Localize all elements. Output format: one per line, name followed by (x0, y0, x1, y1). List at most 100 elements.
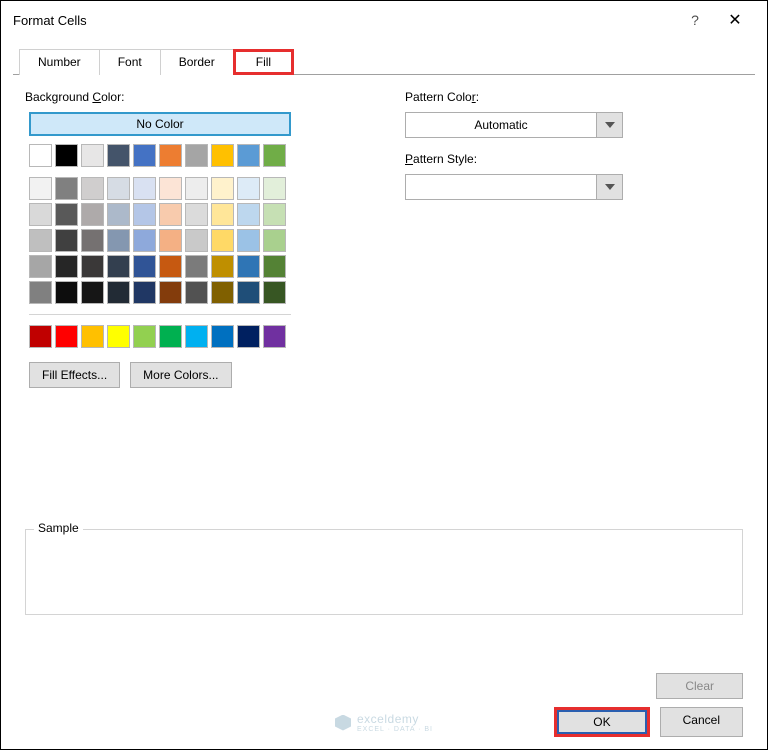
color-swatch[interactable] (81, 177, 104, 200)
ok-button[interactable]: OK (554, 707, 649, 737)
pattern-section: Pattern Color: Automatic Pattern Style: (405, 90, 743, 388)
more-colors-button[interactable]: More Colors... (130, 362, 231, 388)
color-swatch[interactable] (29, 229, 52, 252)
color-swatch[interactable] (211, 325, 234, 348)
color-swatch[interactable] (237, 203, 260, 226)
color-swatch[interactable] (237, 255, 260, 278)
color-swatch[interactable] (185, 255, 208, 278)
color-swatch[interactable] (29, 255, 52, 278)
color-swatch[interactable] (107, 144, 130, 167)
tab-number[interactable]: Number (19, 49, 100, 75)
color-swatch[interactable] (159, 255, 182, 278)
label-text: ore Colors... (153, 368, 218, 382)
color-swatch[interactable] (107, 255, 130, 278)
tab-fill[interactable]: Fill (233, 49, 294, 75)
color-swatch[interactable] (159, 325, 182, 348)
color-swatch[interactable] (263, 203, 286, 226)
color-swatch[interactable] (55, 325, 78, 348)
cancel-button[interactable]: Cancel (660, 707, 743, 737)
watermark-brand: exceldemy (357, 712, 419, 726)
color-swatch[interactable] (29, 144, 52, 167)
clear-button[interactable]: Clear (656, 673, 743, 699)
color-swatch[interactable] (107, 281, 130, 304)
color-swatch[interactable] (159, 177, 182, 200)
color-swatch[interactable] (263, 177, 286, 200)
color-swatch[interactable] (29, 281, 52, 304)
color-swatch[interactable] (237, 325, 260, 348)
color-swatch[interactable] (133, 177, 156, 200)
fill-buttons-row: Fill Effects... More Colors... (29, 362, 345, 388)
color-swatch[interactable] (81, 255, 104, 278)
color-swatch[interactable] (211, 203, 234, 226)
color-swatch[interactable] (107, 325, 130, 348)
color-swatch[interactable] (159, 229, 182, 252)
tab-font[interactable]: Font (99, 49, 161, 75)
label-accelerator: P (405, 152, 413, 166)
color-swatch[interactable] (81, 203, 104, 226)
color-swatch[interactable] (185, 144, 208, 167)
color-swatch[interactable] (211, 177, 234, 200)
color-swatch[interactable] (133, 255, 156, 278)
color-swatch[interactable] (237, 177, 260, 200)
color-swatch[interactable] (107, 177, 130, 200)
color-swatch[interactable] (263, 281, 286, 304)
color-divider (29, 314, 291, 315)
color-swatch[interactable] (211, 281, 234, 304)
pattern-color-dropdown[interactable]: Automatic (405, 112, 623, 138)
color-swatch[interactable] (133, 144, 156, 167)
pattern-style-dropdown[interactable] (405, 174, 623, 200)
color-swatch[interactable] (29, 325, 52, 348)
color-swatch[interactable] (237, 144, 260, 167)
color-swatch[interactable] (55, 177, 78, 200)
color-swatch[interactable] (29, 203, 52, 226)
color-swatch[interactable] (185, 203, 208, 226)
color-swatch[interactable] (107, 229, 130, 252)
color-swatch[interactable] (133, 203, 156, 226)
fill-effects-button[interactable]: Fill Effects... (29, 362, 120, 388)
color-swatch[interactable] (133, 325, 156, 348)
color-swatch[interactable] (159, 281, 182, 304)
color-swatch[interactable] (29, 177, 52, 200)
color-swatch[interactable] (263, 144, 286, 167)
chevron-down-icon[interactable] (597, 174, 623, 200)
color-swatch[interactable] (159, 203, 182, 226)
color-swatch[interactable] (185, 325, 208, 348)
color-swatch[interactable] (263, 325, 286, 348)
color-swatch[interactable] (263, 229, 286, 252)
color-swatch[interactable] (237, 229, 260, 252)
color-swatch[interactable] (159, 144, 182, 167)
color-swatch[interactable] (237, 281, 260, 304)
color-swatch[interactable] (55, 255, 78, 278)
color-swatch[interactable] (185, 281, 208, 304)
color-swatch[interactable] (81, 325, 104, 348)
color-swatch[interactable] (81, 144, 104, 167)
help-button[interactable]: ? (675, 12, 715, 28)
color-swatch[interactable] (55, 144, 78, 167)
color-swatch[interactable] (211, 255, 234, 278)
pattern-color-value: Automatic (405, 112, 597, 138)
close-button[interactable]: ✕ (715, 10, 755, 30)
color-swatch[interactable] (81, 229, 104, 252)
color-swatch[interactable] (107, 203, 130, 226)
label-text: olor: (101, 90, 124, 104)
theme-colors-row1 (29, 144, 299, 167)
chevron-down-icon[interactable] (597, 112, 623, 138)
label-text: ll Effects... (52, 368, 107, 382)
color-swatch[interactable] (133, 281, 156, 304)
tab-strip: Number Font Border Fill (19, 49, 767, 75)
no-color-button[interactable]: No Color (29, 112, 291, 136)
color-swatch[interactable] (211, 229, 234, 252)
tab-border[interactable]: Border (160, 49, 234, 75)
color-swatch[interactable] (81, 281, 104, 304)
color-swatch[interactable] (133, 229, 156, 252)
color-swatch[interactable] (185, 177, 208, 200)
ok-button-inner: OK (557, 710, 646, 734)
color-swatch[interactable] (55, 203, 78, 226)
color-swatch[interactable] (211, 144, 234, 167)
watermark-tagline: EXCEL · DATA · BI (357, 726, 433, 733)
dialog-title: Format Cells (13, 13, 675, 28)
color-swatch[interactable] (185, 229, 208, 252)
color-swatch[interactable] (263, 255, 286, 278)
color-swatch[interactable] (55, 281, 78, 304)
color-swatch[interactable] (55, 229, 78, 252)
